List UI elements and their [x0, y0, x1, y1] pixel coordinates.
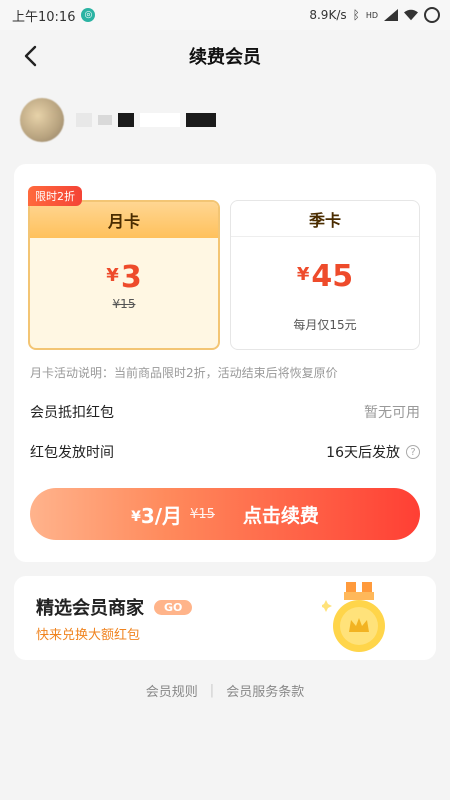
plan-quarter-card[interactable]: 季卡 ¥45 每月仅15元	[230, 200, 420, 350]
red-packet-row[interactable]: 会员抵扣红包 暂无可用	[30, 402, 420, 422]
release-time-label: 红包发放时间	[30, 445, 114, 461]
promo-title: 精选会员商家	[36, 598, 144, 619]
red-packet-value: 暂无可用	[364, 405, 420, 421]
page-title: 续费会员	[189, 47, 261, 68]
hd-label: HD	[365, 10, 378, 20]
username-obscured	[76, 113, 216, 127]
cta-price: ¥3/月	[131, 503, 183, 528]
plan-subtitle: 每月仅15元	[293, 318, 357, 332]
red-packet-label: 会员抵扣红包	[30, 405, 114, 421]
go-button[interactable]: GO	[154, 599, 193, 615]
plan-month-card[interactable]: 限时2折 月卡 ¥3 ¥15	[28, 186, 220, 350]
member-rules-link[interactable]: 会员规则	[146, 681, 198, 700]
app-notification-icon: ◎	[81, 8, 96, 22]
status-time: 上午10:16	[12, 9, 76, 25]
wifi-icon	[404, 9, 418, 21]
plan-name: 月卡	[30, 202, 218, 238]
chevron-left-icon	[24, 45, 37, 67]
price-value: 3	[120, 260, 142, 295]
discount-badge: 限时2折	[28, 186, 82, 206]
network-speed: 8.9K/s	[309, 8, 347, 22]
nav-bar: 续费会员	[0, 30, 450, 82]
back-button[interactable]	[16, 42, 44, 70]
member-terms-link[interactable]: 会员服务条款	[226, 681, 304, 700]
release-time-row: 红包发放时间 16天后发放 ?	[30, 442, 420, 462]
renew-button[interactable]: ¥3/月 ¥15 点击续费	[30, 488, 420, 540]
avatar	[20, 98, 64, 142]
activity-note: 月卡活动说明：当前商品限时2折，活动结束后将恢复原价	[30, 366, 338, 380]
signal-icon	[384, 9, 398, 21]
merchant-promo-card[interactable]: 精选会员商家 GO 快来兑换大额红包	[14, 576, 436, 660]
status-bar: 上午10:16 ◎ 8.9K/s ᛒ HD	[0, 0, 450, 30]
question-icon[interactable]: ?	[406, 445, 420, 459]
currency-symbol: ¥	[296, 264, 310, 285]
medal-icon	[322, 582, 385, 652]
plan-name: 季卡	[231, 201, 419, 237]
promo-subtitle: 快来兑换大额红包	[36, 628, 141, 643]
plan-price: ¥3	[30, 260, 218, 295]
link-separator: |	[209, 683, 215, 698]
cta-label: 点击续费	[242, 504, 319, 527]
release-time-value: 16天后发放 ?	[326, 442, 420, 462]
battery-icon	[424, 7, 440, 23]
bluetooth-icon: ᛒ	[352, 8, 360, 22]
cta-original-price: ¥15	[190, 506, 215, 522]
plan-price: ¥45	[231, 259, 419, 294]
original-price: ¥15	[112, 297, 136, 311]
user-profile	[20, 96, 216, 144]
currency-symbol: ¥	[106, 265, 119, 286]
price-value: 45	[311, 259, 354, 294]
plan-options: 限时2折 月卡 ¥3 ¥15 季卡 ¥45 每月仅15元	[28, 186, 422, 350]
footer-links: 会员规则 | 会员服务条款	[0, 681, 450, 700]
renewal-card: 限时2折 月卡 ¥3 ¥15 季卡 ¥45 每月仅15元 月卡活动说明：当前商品…	[14, 164, 436, 562]
